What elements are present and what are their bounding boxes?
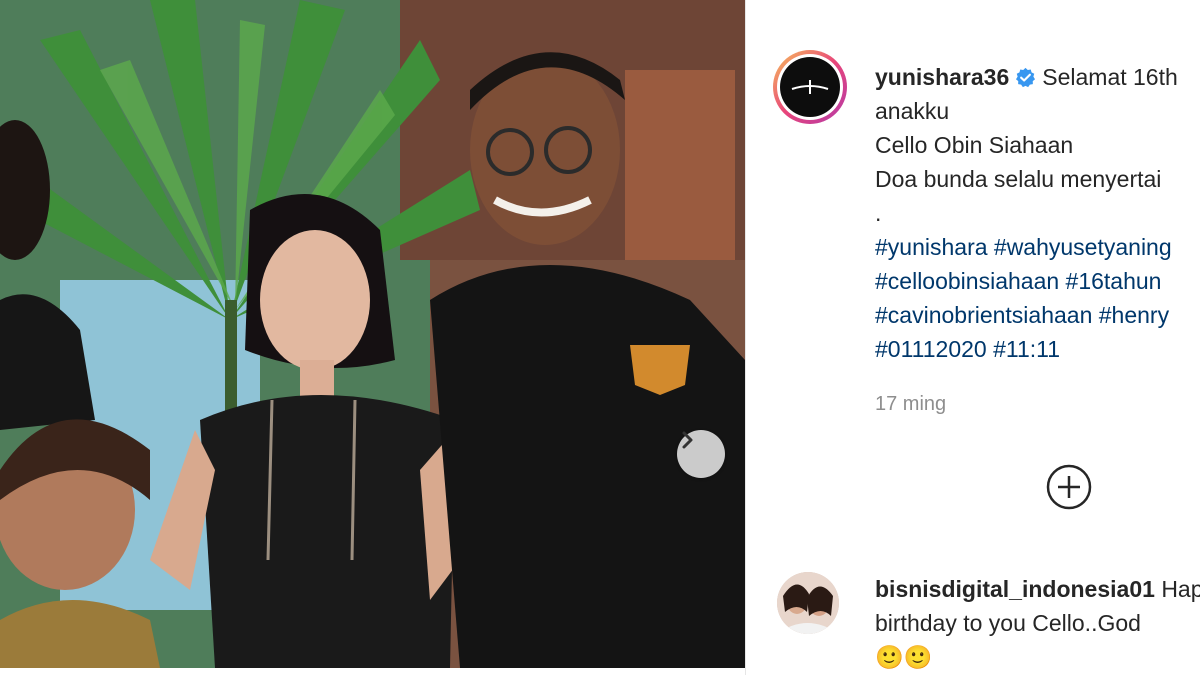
caption-line: Doa bunda selalu menyertai bbox=[875, 166, 1162, 192]
post-caption: yunishara36 Selamat 16th anakku Cello Ob… bbox=[875, 60, 1200, 366]
comment-text: birthday to you Cello..God bbox=[875, 610, 1141, 636]
avatar-logo-icon bbox=[791, 80, 829, 94]
author-username[interactable]: yunishara36 bbox=[875, 64, 1009, 90]
post-details-pane: yunishara36 Selamat 16th anakku Cello Ob… bbox=[746, 0, 1200, 675]
post-photo bbox=[0, 0, 745, 668]
hashtag-line[interactable]: #yunishara #wahyusetyaning bbox=[875, 230, 1200, 264]
hashtag-line[interactable]: #cavinobrientsiahaan #henry bbox=[875, 298, 1200, 332]
hashtag-line[interactable]: #celloobinsiahaan #16tahun bbox=[875, 264, 1200, 298]
load-more-comments-button[interactable] bbox=[1045, 463, 1093, 511]
next-photo-button[interactable] bbox=[677, 430, 725, 478]
verified-badge-icon bbox=[1016, 67, 1036, 88]
post-timestamp[interactable]: 17 ming bbox=[875, 393, 946, 416]
author-avatar[interactable] bbox=[773, 50, 847, 124]
comment: bisnisdigital_indonesia01 Happy birthday… bbox=[875, 572, 1200, 674]
caption-line: Cello Obin Siahaan bbox=[875, 132, 1074, 158]
commenter-avatar[interactable] bbox=[777, 572, 839, 634]
chevron-right-icon bbox=[682, 431, 693, 449]
photo-illustration bbox=[0, 0, 745, 668]
caption-line: anakku bbox=[875, 98, 950, 124]
comment-text: Happy bbox=[1161, 576, 1200, 602]
commenter-avatar-image bbox=[777, 572, 839, 634]
comment-emoji: 🙂🙂 bbox=[875, 644, 933, 670]
commenter-username[interactable]: bisnisdigital_indonesia01 bbox=[875, 576, 1155, 602]
caption-line: Selamat 16th bbox=[1042, 64, 1178, 90]
hashtag-line[interactable]: #01112020 #11:11 bbox=[875, 332, 1200, 366]
caption-line: . bbox=[875, 200, 882, 226]
